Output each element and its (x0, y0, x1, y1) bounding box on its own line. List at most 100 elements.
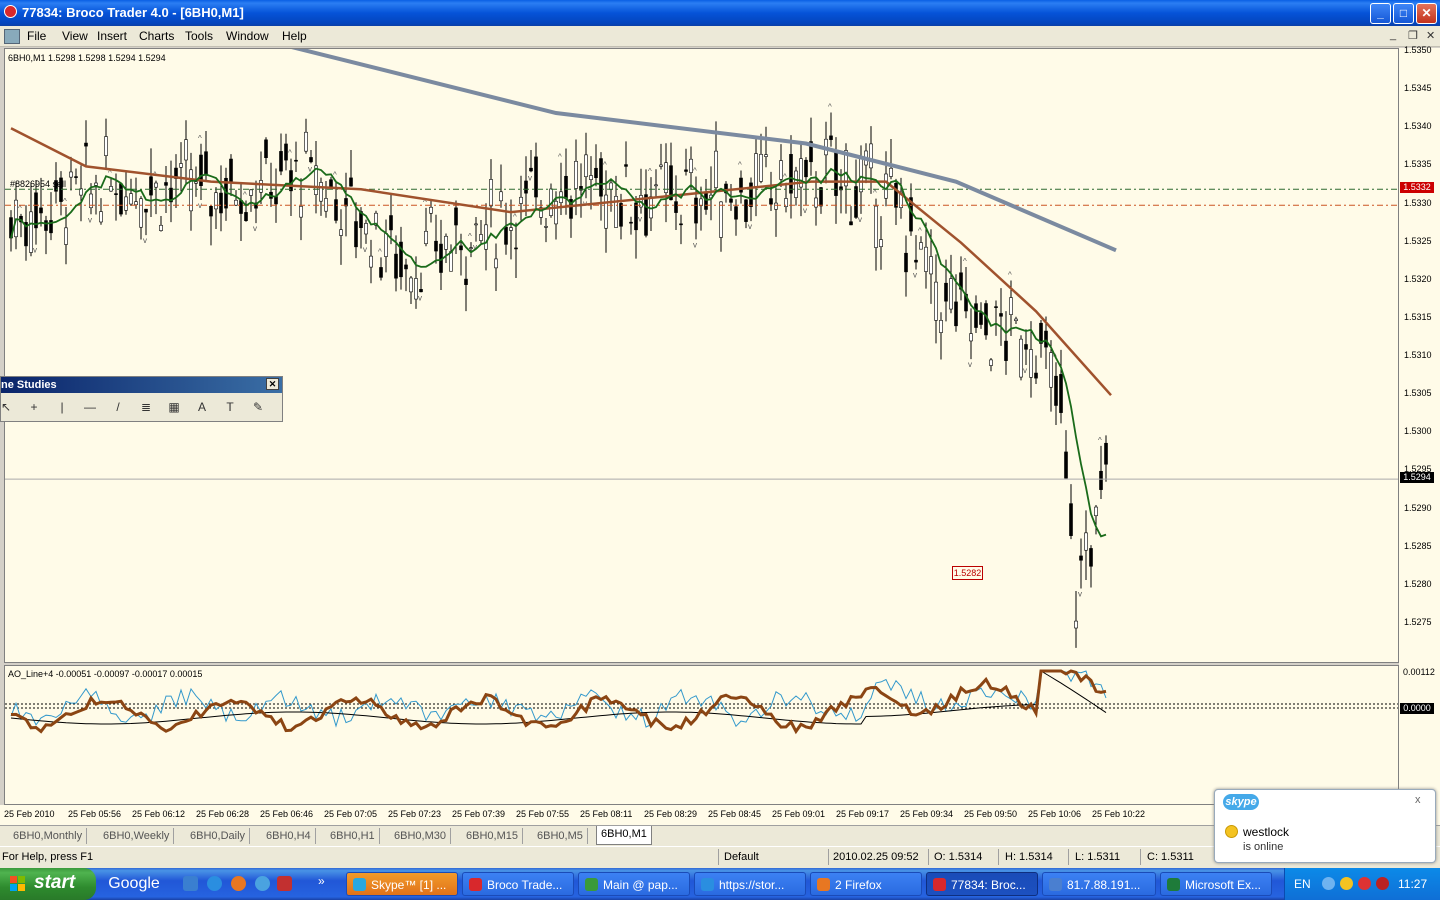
status-low: L: 1.5311 (1075, 851, 1121, 863)
firefox-quicklaunch-icon[interactable] (231, 876, 246, 891)
candle-body (319, 182, 323, 202)
remote-icon (1049, 878, 1062, 891)
menu-window[interactable]: Window (226, 29, 269, 43)
skype-status-icon (1225, 825, 1238, 838)
candle-body (339, 229, 343, 236)
close-button[interactable]: ✕ (1416, 3, 1437, 24)
skype-popup-close-icon[interactable]: x (1415, 794, 1421, 806)
fractal-up-icon: ^ (963, 257, 967, 266)
candle-body (674, 201, 678, 213)
fibonacci-tool-icon[interactable]: ▦ (163, 396, 185, 418)
quicklaunch-more-icon[interactable]: » (318, 874, 325, 888)
taskbar-item-label: Microsoft Ex... (1185, 878, 1262, 892)
candle-body (1059, 374, 1063, 413)
cursor-tool-icon[interactable]: ↖ (0, 396, 17, 418)
crosshair-tool-icon[interactable]: + (23, 396, 45, 418)
language-indicator[interactable]: EN (1294, 877, 1311, 891)
price-chart[interactable]: ^ v ^ v ^ v ^ ^ v ^ v ^ v ^ v ^ v ^ ^ v ^ v ^ v ^ v ^ ^ v ^ v ^ v ^ v ^ v ^ ^ v… (4, 48, 1399, 663)
candle-body (259, 180, 263, 193)
price-tick: 1.5340 (1404, 121, 1432, 132)
candle-body (404, 264, 408, 270)
document-icon[interactable] (4, 29, 20, 44)
tab-6bh0-h1[interactable]: 6BH0,H1 (326, 828, 380, 844)
candle-body (494, 258, 498, 269)
trendline-tool-icon[interactable]: / (107, 396, 129, 418)
indicator-window[interactable] (4, 665, 1399, 805)
title-bar: 77834: Broco Trader 4.0 - [6BH0,M1] _ □ … (0, 0, 1440, 26)
price-chart-canvas[interactable]: ^v^v^v^^v^v^v^v ^v^^v^v^v^v^ ^v^v^v^v^v^^v… (5, 49, 1398, 662)
skype-tray-icon[interactable] (1340, 877, 1353, 890)
alert-price-label[interactable]: 1.5282 (952, 566, 983, 580)
menu-insert[interactable]: Insert (97, 29, 127, 43)
text-tool-icon[interactable]: A (191, 396, 213, 418)
tab-6bh0-monthly[interactable]: 6BH0,Monthly (9, 828, 88, 844)
tab-6bh0-m5[interactable]: 6BH0,M5 (533, 828, 588, 844)
menu-charts[interactable]: Charts (139, 29, 174, 43)
taskbar-item[interactable]: https://stor... (694, 872, 806, 896)
status-separator (1140, 849, 1141, 865)
arrows-tool-icon[interactable]: ✎ (247, 396, 269, 418)
candle-body (994, 306, 998, 308)
line-studies-titlebar[interactable]: ne Studies ✕ (1, 377, 282, 393)
time-tick: 25 Feb 09:50 (964, 809, 1018, 819)
candle-body (699, 198, 703, 206)
ie-quicklaunch-icon[interactable] (207, 876, 222, 891)
line-studies-close-icon[interactable]: ✕ (266, 378, 279, 390)
taskbar-item[interactable]: 77834: Broc... (926, 872, 1038, 896)
candle-body (39, 207, 43, 214)
vertical-line-tool-icon[interactable]: | (51, 396, 73, 418)
taskbar-item[interactable]: Main @ pap... (578, 872, 690, 896)
candle-body (594, 167, 598, 179)
line-studies-toolbar[interactable]: ne Studies ✕ ↖ + | — / ≣ ▦ A T ✎ (0, 376, 283, 422)
tab-6bh0-m30[interactable]: 6BH0,M30 (390, 828, 451, 844)
minimize-button[interactable]: _ (1370, 3, 1391, 24)
taskbar-item[interactable]: Skype™ [1] ... (346, 872, 458, 896)
security-tray-icon[interactable] (1376, 877, 1389, 890)
mdi-restore-icon[interactable]: ❐ (1408, 29, 1418, 42)
indicator-canvas[interactable] (5, 666, 1398, 804)
skype-contact-status: is online (1243, 841, 1284, 853)
menu-tools[interactable]: Tools (185, 29, 213, 43)
tab-6bh0-m1[interactable]: 6BH0,M1 (596, 826, 652, 845)
maximize-button[interactable]: □ (1393, 3, 1414, 24)
order-label[interactable]: #8826954 sell (10, 179, 66, 189)
taskbar-item[interactable]: 2 Firefox (810, 872, 922, 896)
label-tool-icon[interactable]: T (219, 396, 241, 418)
taskbar-item[interactable]: Microsoft Ex... (1160, 872, 1272, 896)
fractal-up-icon: ^ (198, 134, 202, 143)
menu-file[interactable]: File (27, 29, 46, 43)
tab-6bh0-h4[interactable]: 6BH0,H4 (262, 828, 316, 844)
mdi-close-icon[interactable]: ✕ (1426, 29, 1435, 42)
taskbar-item[interactable]: Broco Trade... (462, 872, 574, 896)
candle-body (409, 277, 413, 293)
start-button[interactable]: start (0, 868, 96, 900)
tab-6bh0-m15[interactable]: 6BH0,M15 (462, 828, 523, 844)
candle-body (849, 221, 853, 226)
google-toolbar-button[interactable]: Google (104, 872, 164, 896)
app-icon[interactable] (4, 5, 17, 18)
price-tick: 1.5310 (1404, 350, 1432, 361)
ie-alt-quicklaunch-icon[interactable] (255, 876, 270, 891)
mdi-minimize-icon[interactable]: _ (1390, 29, 1396, 41)
tab-6bh0-daily[interactable]: 6BH0,Daily (186, 828, 251, 844)
tray-arrow-icon[interactable] (1322, 877, 1335, 890)
horizontal-line-tool-icon[interactable]: — (79, 396, 101, 418)
skype-contact-name[interactable]: westlock (1243, 825, 1289, 839)
desktop-quicklaunch-icon[interactable] (183, 876, 198, 891)
tab-6bh0-weekly[interactable]: 6BH0,Weekly (99, 828, 175, 844)
menu-help[interactable]: Help (282, 29, 307, 43)
price-axis[interactable]: 1.5350 1.5345 1.5340 1.5335 1.5330 1.5325 1.53… (1399, 45, 1440, 665)
antivirus-tray-icon[interactable] (1358, 877, 1371, 890)
clock: 11:27 (1398, 877, 1428, 891)
channel-tool-icon[interactable]: ≣ (135, 396, 157, 418)
skype-notification[interactable]: skype x westlock is online (1214, 789, 1436, 863)
candle-body (94, 182, 98, 186)
menu-view[interactable]: View (62, 29, 88, 43)
candle-body (154, 182, 158, 188)
fractal-up-icon: ^ (648, 167, 652, 176)
candle-body (234, 199, 238, 206)
taskbar-item[interactable]: 81.7.88.191... (1042, 872, 1156, 896)
app-quicklaunch-icon[interactable] (277, 876, 292, 891)
candle-body (179, 163, 183, 168)
candle-body (1089, 548, 1093, 567)
